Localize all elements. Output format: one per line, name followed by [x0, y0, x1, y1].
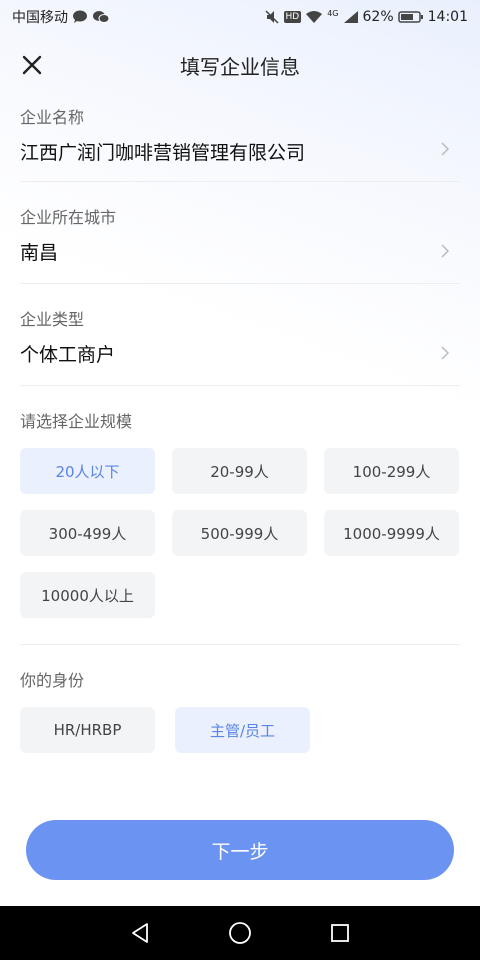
company-city-field[interactable]: 企业所在城市 南昌: [20, 182, 460, 284]
page-title: 填写企业信息: [180, 54, 300, 79]
scale-option-300-499[interactable]: 300-499人: [20, 510, 155, 556]
battery-icon: [397, 10, 424, 24]
identity-option-manager-staff[interactable]: 主管/员工: [175, 707, 310, 753]
next-step-button[interactable]: 下一步: [26, 820, 454, 880]
scale-option-100-299[interactable]: 100-299人: [324, 448, 459, 494]
home-circle-icon: [229, 922, 251, 944]
recents-square-icon: [331, 924, 349, 942]
company-type-field[interactable]: 企业类型 个体工商户: [20, 284, 460, 386]
section-divider: [20, 644, 460, 645]
company-type-value: 个体工商户: [20, 344, 116, 366]
scale-option-1000-9999[interactable]: 1000-9999人: [324, 510, 459, 556]
scale-option-20-99[interactable]: 20-99人: [172, 448, 307, 494]
company-type-label: 企业类型: [20, 310, 85, 329]
scale-options: 20人以下 20-99人 100-299人 300-499人 500-999人 …: [20, 448, 460, 618]
chevron-right-icon: [441, 244, 450, 258]
clock: 14:01: [427, 9, 468, 25]
carrier-name: 中国移动: [12, 10, 68, 26]
status-bar: 中国移动 HD 4G 62% 14:01: [0, 0, 480, 34]
page-header: 填写企业信息: [0, 34, 480, 96]
hd-icon: HD: [283, 11, 302, 23]
scale-option-10000-plus[interactable]: 10000人以上: [20, 572, 155, 618]
system-nav-bar: [0, 906, 480, 960]
signal-icon: [343, 10, 359, 24]
scale-option-under-20[interactable]: 20人以下: [20, 448, 155, 494]
wifi-icon: [305, 10, 323, 24]
nav-home-button[interactable]: [225, 918, 255, 948]
close-icon: [22, 55, 42, 75]
identity-option-hr[interactable]: HR/HRBP: [20, 707, 155, 753]
scale-section-title: 请选择企业规模: [20, 412, 133, 431]
chevron-right-icon: [441, 142, 450, 156]
mute-icon: [264, 9, 280, 25]
company-city-value: 南昌: [20, 242, 59, 264]
scale-option-500-999[interactable]: 500-999人: [172, 510, 307, 556]
network-type: 4G: [327, 9, 339, 18]
nav-recents-button[interactable]: [325, 918, 355, 948]
hd-label: HD: [285, 12, 300, 22]
close-button[interactable]: [18, 51, 46, 79]
company-city-label: 企业所在城市: [20, 208, 117, 227]
chat-bubble-icon: [72, 10, 88, 24]
chevron-right-icon: [441, 346, 450, 360]
identity-options: HR/HRBP 主管/员工: [20, 707, 480, 753]
company-name-value: 江西广润门咖啡营销管理有限公司: [20, 142, 306, 164]
battery-percent: 62%: [362, 9, 394, 25]
identity-section-title: 你的身份: [20, 671, 85, 690]
back-triangle-icon: [132, 923, 148, 943]
company-name-label: 企业名称: [20, 108, 85, 127]
company-name-field[interactable]: 企业名称 江西广润门咖啡营销管理有限公司: [20, 96, 460, 182]
wechat-icon: [92, 10, 110, 24]
nav-back-button[interactable]: [125, 918, 155, 948]
